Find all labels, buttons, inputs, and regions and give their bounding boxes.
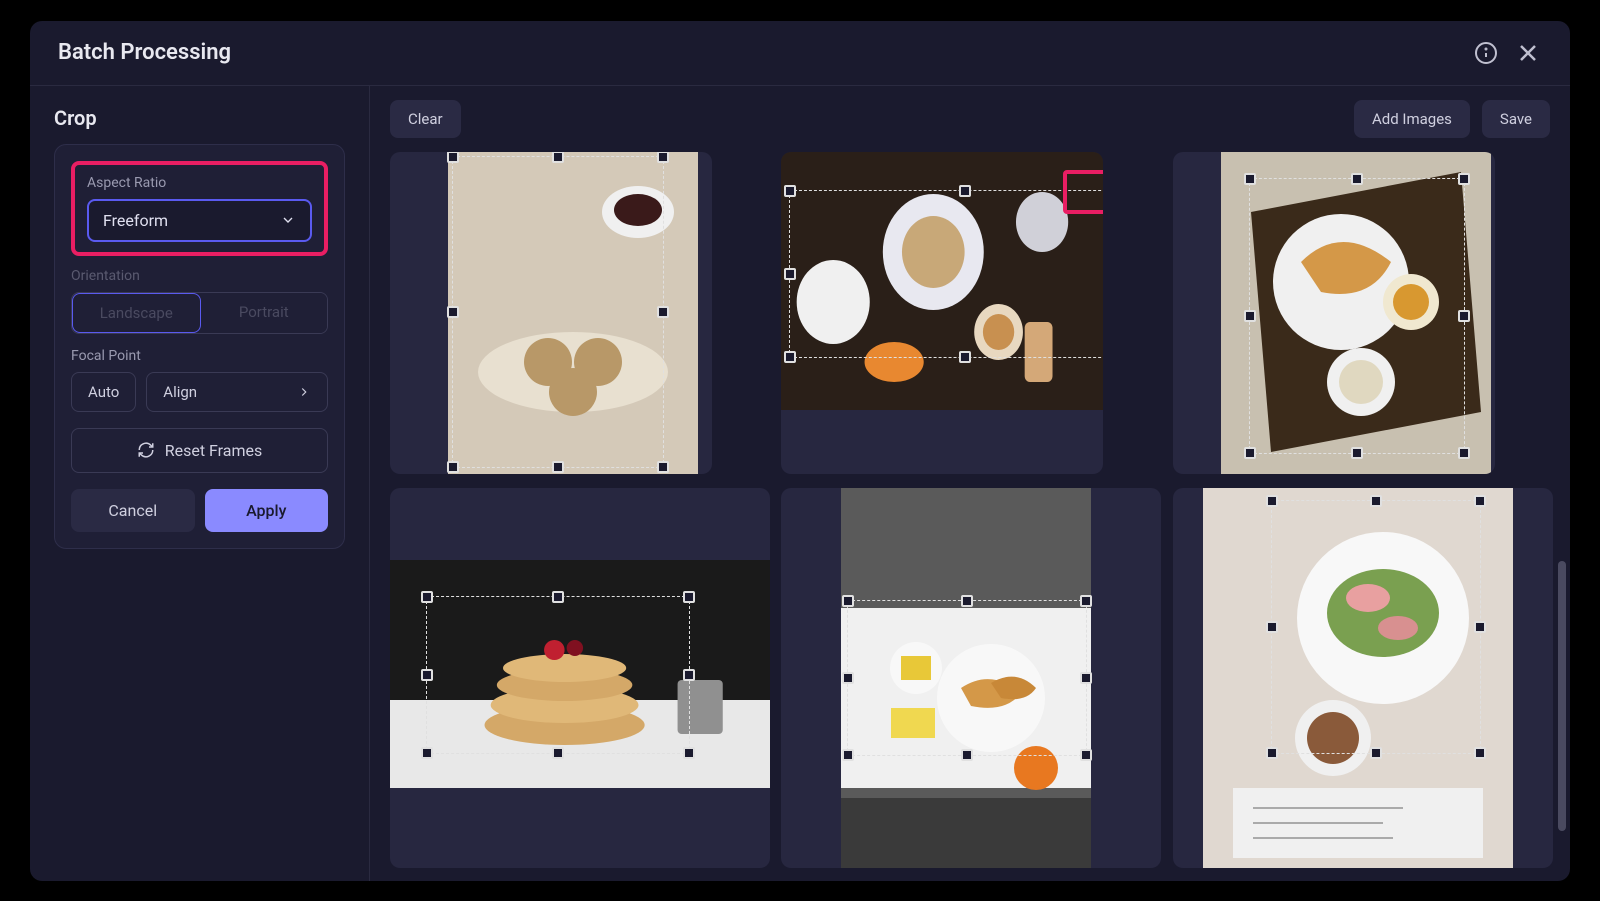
focal-align-label: Align [163, 383, 197, 401]
aspect-ratio-select[interactable]: Freeform [87, 199, 312, 242]
reset-frames-label: Reset Frames [165, 441, 263, 460]
scrollbar[interactable] [1558, 561, 1566, 831]
aspect-ratio-value: Freeform [103, 211, 168, 230]
close-icon[interactable] [1514, 39, 1542, 67]
image-grid[interactable] [370, 152, 1570, 881]
add-images-button[interactable]: Add Images [1354, 100, 1470, 138]
reset-frames-button[interactable]: Reset Frames [71, 428, 328, 473]
modal-title: Batch Processing [58, 40, 231, 65]
main-area: Clear Add Images Save [370, 86, 1570, 881]
chevron-right-icon [297, 385, 311, 399]
cancel-button[interactable]: Cancel [71, 489, 195, 532]
aspect-ratio-highlight: Aspect Ratio Freeform [71, 161, 328, 256]
main-toolbar: Clear Add Images Save [370, 86, 1570, 152]
action-row: Cancel Apply [71, 489, 328, 532]
sidebar-title: Crop [54, 106, 345, 130]
image-card-6[interactable] [1173, 488, 1553, 868]
info-icon[interactable] [1472, 39, 1500, 67]
image-card-5[interactable] [781, 488, 1161, 868]
batch-processing-modal: Batch Processing Crop Aspect Ratio Freef… [30, 21, 1570, 881]
header-actions [1472, 39, 1542, 67]
crop-panel: Aspect Ratio Freeform Orientation Landsc… [54, 144, 345, 549]
focal-auto-button[interactable]: Auto [71, 372, 136, 412]
focal-point-group: Auto Align [71, 372, 328, 412]
image-card-2[interactable] [781, 152, 1103, 474]
image-card-3[interactable] [1173, 152, 1495, 474]
refresh-icon [137, 441, 155, 459]
chevron-down-icon [280, 212, 296, 228]
orientation-group: Landscape Portrait [71, 292, 328, 334]
clear-button[interactable]: Clear [390, 100, 461, 138]
orientation-landscape[interactable]: Landscape [72, 293, 201, 333]
orientation-portrait[interactable]: Portrait [201, 293, 328, 333]
focal-align-button[interactable]: Align [146, 372, 328, 412]
image-card-4[interactable] [390, 488, 770, 868]
focal-point-label: Focal Point [71, 348, 328, 364]
orientation-label: Orientation [71, 268, 328, 284]
modal-header: Batch Processing [30, 21, 1570, 86]
apply-button[interactable]: Apply [205, 489, 329, 532]
image-card-1[interactable] [390, 152, 712, 474]
save-button[interactable]: Save [1482, 100, 1550, 138]
crop-sidebar: Crop Aspect Ratio Freeform Orientation L… [30, 86, 370, 881]
aspect-ratio-label: Aspect Ratio [87, 175, 312, 191]
